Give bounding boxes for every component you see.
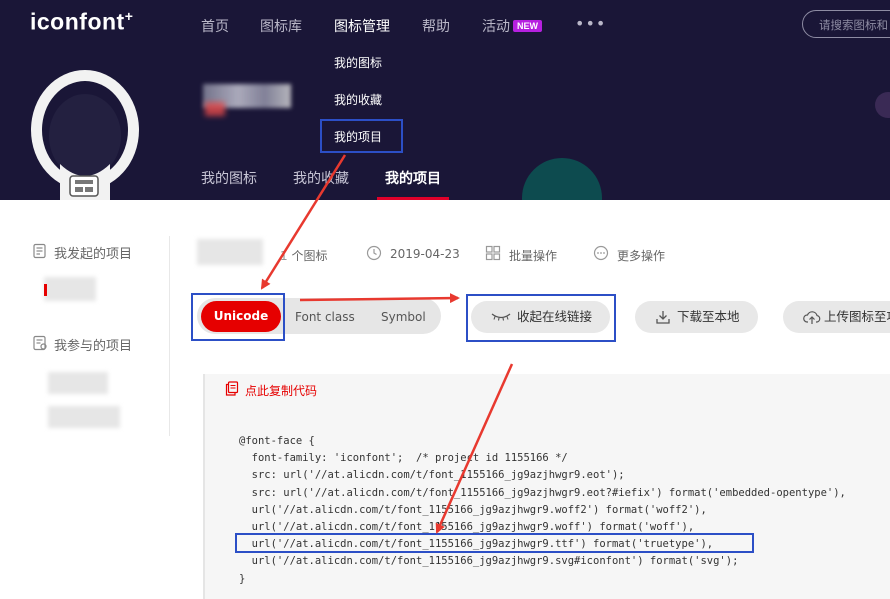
toggle-symbol[interactable]: Symbol: [381, 310, 426, 324]
more-ops-icon: [593, 245, 609, 261]
code-line: @font-face {: [239, 435, 315, 447]
nav-home[interactable]: 首页: [201, 16, 229, 36]
code-line: url('//at.alicdn.com/t/font_1155166_jg9a…: [239, 521, 695, 534]
iconfont-logo[interactable]: iconfont+: [30, 8, 133, 36]
code-line: }: [239, 572, 246, 585]
tab-my-projects[interactable]: 我的项目: [385, 168, 441, 188]
copy-icon: [225, 381, 239, 396]
copy-code-link[interactable]: 点此复制代码: [245, 382, 317, 399]
cloud-upload-icon: [803, 311, 821, 324]
search-input[interactable]: 请搜索图标和: [802, 10, 890, 38]
download-icon: [656, 311, 670, 324]
dropdown-my-icons[interactable]: 我的图标: [334, 54, 382, 71]
joined-project-icon: [33, 335, 47, 351]
code-line: src: url('//at.alicdn.com/t/font_1155166…: [239, 486, 846, 499]
clock-icon: [366, 245, 382, 261]
highlight-box-online-link: [466, 294, 616, 342]
highlight-box-ttf-line: [235, 533, 754, 553]
code-line: url('//at.alicdn.com/t/font_1155166_jg9a…: [239, 555, 739, 568]
avatar: [31, 70, 139, 200]
code-line: font-family: 'iconfont'; /* project id 1…: [239, 452, 568, 465]
upload-icon-button[interactable]: 上传图标至项: [783, 301, 890, 333]
new-badge: NEW: [513, 20, 542, 32]
sidebar-joined-projects[interactable]: 我参与的项目: [54, 335, 132, 354]
font-face-code[interactable]: @font-face { font-family: 'iconfont'; /*…: [239, 433, 846, 588]
highlight-box-dropdown: [320, 119, 403, 153]
sidebar-started-projects[interactable]: 我发起的项目: [54, 243, 132, 262]
started-project-item-blurred[interactable]: [44, 277, 96, 301]
top-header: iconfont+ 首页 图标库 图标管理 帮助 活动 NEW ••• 请搜索图标…: [0, 0, 890, 200]
joined-project-item-blurred-2[interactable]: [48, 406, 120, 428]
search-placeholder: 请搜索图标和: [819, 18, 888, 32]
dropdown-my-favorites[interactable]: 我的收藏: [334, 91, 382, 108]
download-local-button[interactable]: 下载至本地: [635, 301, 758, 333]
project-name-blurred: [197, 239, 263, 265]
code-line: url('//at.alicdn.com/t/font_1155166_jg9a…: [239, 503, 707, 516]
tab-my-icons[interactable]: 我的图标: [201, 168, 257, 188]
batch-ops-button[interactable]: 批量操作: [509, 247, 557, 264]
highlight-box-unicode: [191, 293, 285, 341]
active-tab-underline: [377, 197, 449, 200]
decorative-circle: [522, 158, 602, 200]
username-blurred-accent: [205, 102, 225, 116]
nav-icon-library[interactable]: 图标库: [260, 16, 302, 36]
nav-activity[interactable]: 活动 NEW: [482, 16, 542, 36]
sidebar-divider: [169, 236, 170, 436]
tab-my-favorites[interactable]: 我的收藏: [293, 168, 349, 188]
more-menu-icon[interactable]: •••: [575, 14, 606, 33]
project-list-icon: [33, 243, 46, 259]
code-line: src: url('//at.alicdn.com/t/font_1155166…: [239, 469, 625, 482]
active-project-marker: [44, 284, 47, 296]
batch-ops-icon: [485, 245, 501, 261]
decorative-circle-small: [875, 92, 890, 118]
more-ops-button[interactable]: 更多操作: [617, 247, 665, 264]
icon-count: 1 个图标: [280, 249, 328, 263]
project-date: 2019-04-23: [390, 247, 460, 261]
nav-help[interactable]: 帮助: [422, 16, 450, 36]
toggle-font-class[interactable]: Font class: [295, 310, 355, 324]
code-panel-border: [203, 374, 205, 599]
joined-project-item-blurred-1[interactable]: [48, 372, 108, 394]
nav-icon-management[interactable]: 图标管理: [334, 16, 390, 36]
